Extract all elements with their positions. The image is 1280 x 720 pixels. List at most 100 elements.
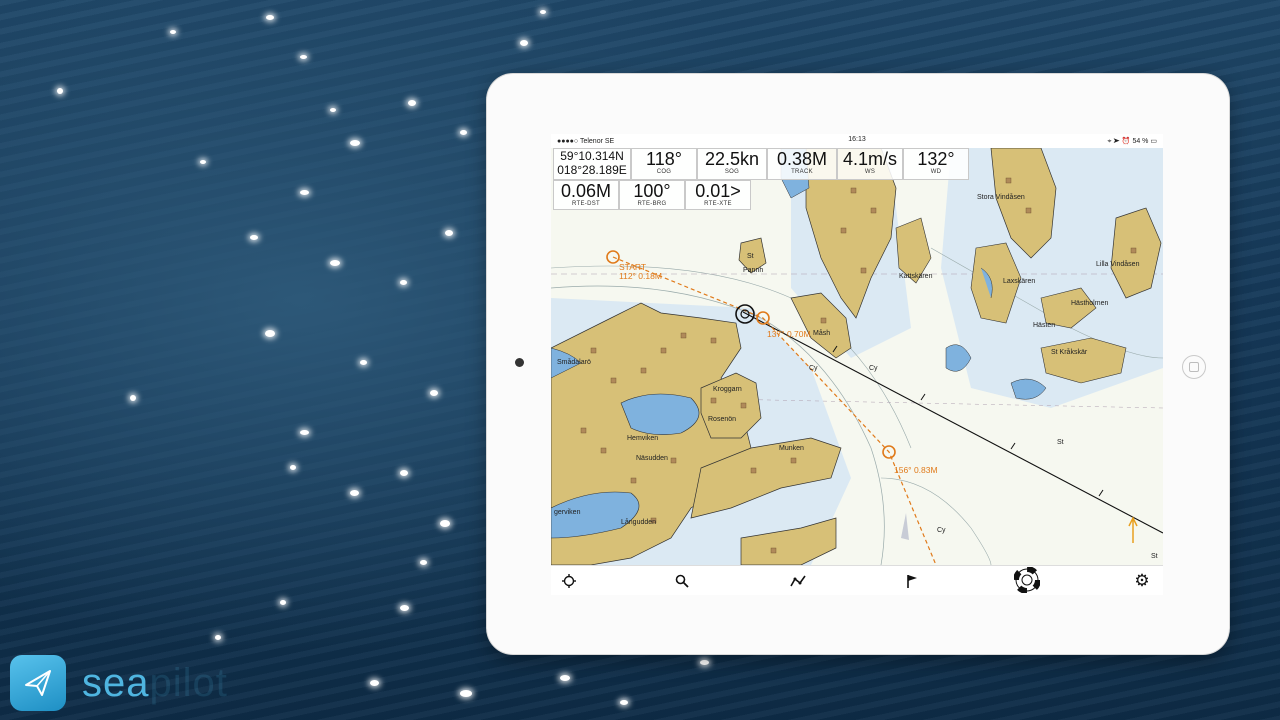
rte-dst-label: RTE-DST (572, 201, 600, 207)
locate-button[interactable] (558, 570, 580, 592)
sparkle (700, 660, 709, 665)
search-button[interactable] (671, 570, 693, 592)
sparkle (266, 15, 274, 20)
sparkle (200, 160, 206, 164)
search-icon (675, 574, 689, 588)
brand-name-main: sea (82, 660, 150, 705)
cog-label: COG (656, 169, 672, 175)
sparkle (460, 130, 467, 135)
sparkle (300, 55, 307, 59)
sog-label: SOG (724, 169, 740, 175)
nautical-chart[interactable]: START 112° 0.18M 137° 0.70M 156° 0.83M S… (551, 148, 1163, 565)
sparkle (360, 360, 367, 365)
route-icon (790, 575, 806, 587)
label-st-2: St (747, 253, 754, 260)
bottom-toolbar: ⚙ (551, 565, 1163, 595)
route-leg1-label: 112° 0.18M (619, 271, 662, 281)
sparkle (300, 430, 309, 435)
sparkle (250, 235, 258, 240)
sparkle (330, 108, 336, 112)
label-st-1: St (1057, 439, 1064, 446)
rte-brg-label: RTE-BRG (637, 201, 667, 207)
camera (515, 358, 524, 367)
buoy-marker (901, 513, 909, 540)
sparkle (560, 675, 570, 681)
label-cy-1: Cy (809, 365, 818, 372)
label-hasten: Hästen (1033, 322, 1055, 329)
sparkle (170, 30, 176, 34)
position-cell[interactable]: 59°10.314N 018°28.189E (553, 148, 631, 180)
ws-label: WS (864, 169, 876, 175)
wd-label: WD (930, 169, 942, 175)
chart-svg: START 112° 0.18M 137° 0.70M 156° 0.83M S… (551, 148, 1163, 565)
route-leg2-label: 137° 0.70M (767, 329, 811, 339)
sparkle (265, 330, 275, 337)
track-label: TRACK (791, 169, 813, 175)
sparkle (520, 40, 528, 46)
label-nasudden: Näsudden (636, 455, 668, 462)
wd-cell[interactable]: 132° WD (903, 148, 969, 180)
logo-badge (10, 655, 66, 711)
sparkle (400, 280, 407, 285)
north-arrow (1128, 516, 1138, 543)
status-time: 16:13 (848, 136, 866, 143)
gear-icon: ⚙ (1134, 571, 1150, 590)
label-laxskaren: Laxskären (1003, 278, 1035, 285)
home-icon (1189, 362, 1199, 372)
label-lilla-vindasen: Lilla Vindåsen (1096, 260, 1140, 268)
label-kroggarn: Kroggarn (713, 386, 742, 393)
label-rosenon: Rosenön (708, 416, 736, 423)
rte-xte-cell[interactable]: 0.01> RTE-XTE (685, 180, 751, 210)
label-munken: Munken (779, 445, 804, 452)
label-langudden: Långudden (621, 518, 656, 526)
label-st-3: St (1151, 553, 1158, 560)
settings-button[interactable]: ⚙ (1131, 570, 1153, 592)
label-st-krakskar: St Kråkskär (1051, 348, 1088, 356)
sparkle (370, 680, 379, 686)
route-button[interactable] (787, 570, 809, 592)
sog-cell[interactable]: 22.5kn SOG (697, 148, 767, 180)
sparkle (540, 10, 546, 14)
sparkle (290, 465, 296, 470)
flag-button[interactable] (901, 570, 923, 592)
rte-brg-value: 100° (633, 181, 671, 201)
status-bar: ●●●●○ Telenor SE 16:13 ⌖ ➤ ⏰ 54 % ▭ (551, 134, 1163, 148)
brand-logo: seapilot (10, 655, 228, 711)
latitude: 59°10.314N (560, 149, 624, 163)
app-screen: ●●●●○ Telenor SE 16:13 ⌖ ➤ ⏰ 54 % ▭ STAR… (551, 134, 1163, 595)
sparkle (400, 470, 408, 476)
brand-name-faded: pilot (149, 660, 228, 705)
label-mash: Måsh (813, 329, 830, 337)
sparkle (350, 490, 359, 496)
sparkle (57, 88, 63, 94)
sparkle (215, 635, 221, 640)
label-pannh: Pannh (743, 267, 763, 274)
brand-name: seapilot (82, 661, 228, 706)
label-cy-2: Cy (869, 365, 878, 372)
sparkle (300, 190, 309, 195)
label-hastholmen: Hästholmen (1071, 300, 1108, 307)
sparkle (420, 560, 427, 565)
mob-button[interactable] (1013, 566, 1041, 594)
wd-value: 132° (917, 149, 955, 169)
rte-dst-cell[interactable]: 0.06M RTE-DST (553, 180, 619, 210)
sparkle (440, 520, 450, 527)
sparkle (445, 230, 453, 236)
rte-dst-value: 0.06M (560, 181, 612, 201)
sparkle (350, 140, 360, 146)
longitude: 018°28.189E (557, 163, 627, 177)
rte-brg-cell[interactable]: 100° RTE-BRG (619, 180, 685, 210)
locate-icon (562, 574, 576, 588)
sparkle (400, 605, 409, 611)
sparkle (280, 600, 286, 605)
flag-icon (907, 575, 917, 588)
sparkle (330, 260, 340, 266)
ws-cell[interactable]: 4.1m/s WS (837, 148, 903, 180)
sog-value: 22.5kn (704, 149, 760, 169)
label-smadalaro: Smådalarö (557, 358, 591, 366)
track-value: 0.38M (776, 149, 828, 169)
track-cell[interactable]: 0.38M TRACK (767, 148, 837, 180)
cog-value: 118° (646, 149, 682, 169)
home-button[interactable] (1182, 355, 1206, 379)
cog-cell[interactable]: 118° COG (631, 148, 697, 180)
